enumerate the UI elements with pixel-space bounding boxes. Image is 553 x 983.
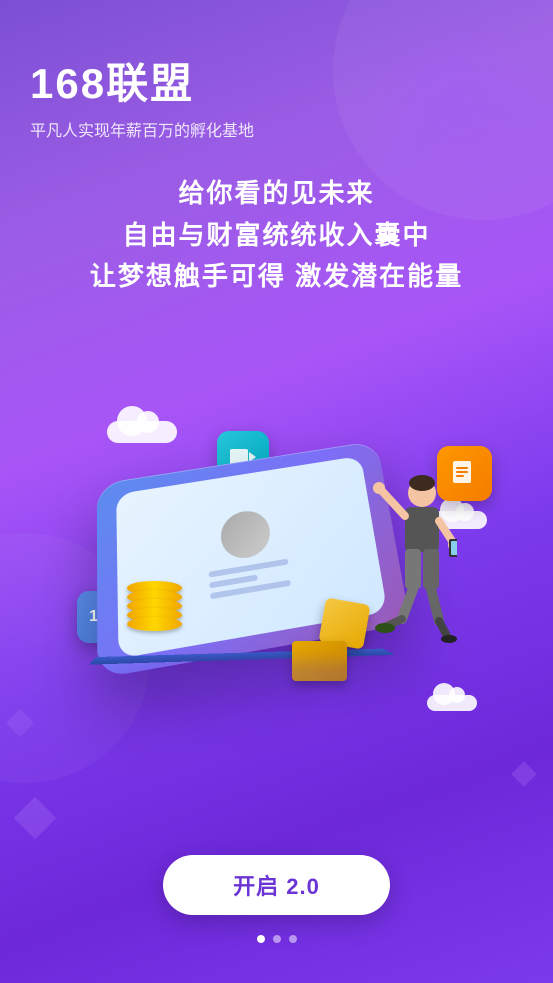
dot-3[interactable] [289, 935, 297, 943]
cloud-3 [427, 695, 477, 711]
phone-scene: 168 [47, 391, 507, 771]
cloud-1 [107, 421, 177, 443]
person-svg [367, 471, 457, 651]
screen-lines [208, 559, 291, 600]
start-button[interactable]: 开启 2.0 [163, 855, 390, 915]
screen-avatar [219, 508, 272, 562]
slogan-line-3: 让梦想触手可得 激发潜在能量 [20, 256, 533, 298]
floor-shadow [107, 661, 427, 691]
illustration-section: 168 [0, 308, 553, 855]
person-figure [367, 471, 457, 651]
dot-2[interactable] [273, 935, 281, 943]
page-container: 168联盟 平凡人实现年薪百万的孵化基地 给你看的见未来 自由与财富统统收入囊中… [0, 0, 553, 983]
dot-1[interactable] [257, 935, 265, 943]
coins-stack [127, 581, 182, 626]
page-dots [257, 935, 297, 943]
bottom-section: 开启 2.0 [0, 855, 553, 983]
slogan-line-2: 自由与财富统统收入囊中 [20, 215, 533, 257]
